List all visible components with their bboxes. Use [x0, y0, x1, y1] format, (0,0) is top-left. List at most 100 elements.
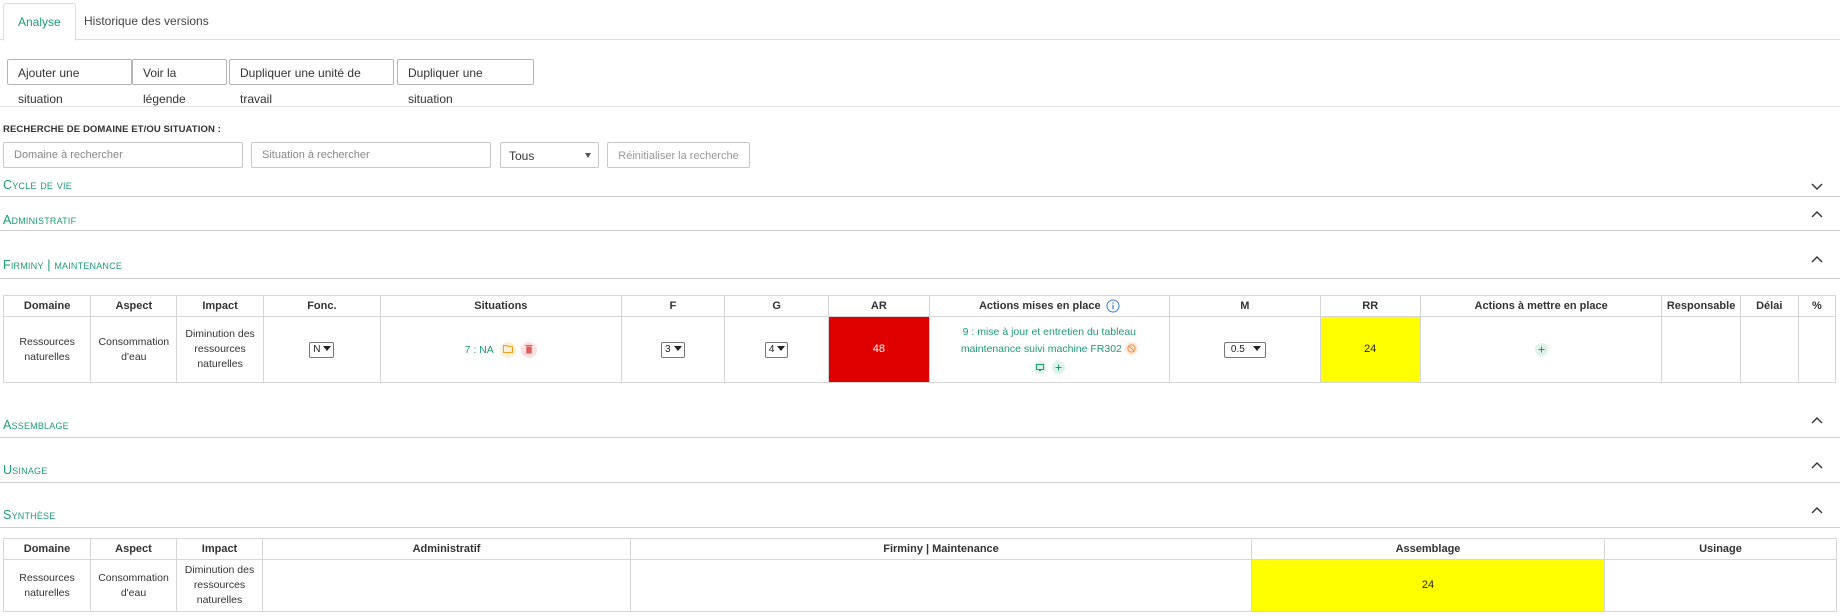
analysis-table: Domaine Aspect Impact Fonc. Situations F… [2, 295, 1837, 383]
section-divider [0, 196, 1840, 197]
section-divider [0, 527, 1840, 528]
cell-delai [1739, 316, 1799, 383]
section-divider [0, 482, 1840, 483]
section-divider [0, 437, 1840, 438]
cell-situation: 7 : NA [380, 316, 622, 383]
fonc-select[interactable]: N [309, 341, 335, 358]
tab-historique[interactable]: Historique des versions [70, 3, 223, 39]
col-header-actions-todo: Actions à mettre en place [1419, 295, 1663, 317]
filter-select-value: Tous [509, 149, 535, 163]
reset-search-button[interactable]: Réinitialiser la recherche [607, 142, 750, 168]
duplicate-situation-button[interactable]: Dupliquer une situation [397, 59, 534, 106]
table-row: Ressources naturelles Consommation d'eau… [3, 559, 1837, 612]
cell-m: 0.5 [1169, 316, 1321, 383]
col-header-domaine: Domaine [3, 538, 91, 560]
col-header-rr: RR [1319, 295, 1421, 317]
cell-ar: 48 [828, 316, 930, 383]
section-divider [0, 230, 1840, 231]
cell-assemblage: 24 [1251, 559, 1605, 612]
plus-icon[interactable] [1051, 361, 1065, 375]
caret-down-icon [585, 153, 591, 158]
info-icon[interactable] [1106, 299, 1120, 313]
cell-f: 3 [620, 316, 725, 383]
cell-domaine: Ressources naturelles [2, 316, 92, 383]
col-header-firminy: Firminy | Maintenance [630, 538, 1252, 560]
col-header-impact: Impact [176, 538, 263, 560]
action-done-link[interactable]: 9 : mise à jour et entretien du tableau … [961, 326, 1136, 355]
chevron-up-icon[interactable] [1810, 413, 1824, 427]
g-select[interactable]: 4 [764, 341, 789, 358]
f-value: 3 [665, 343, 671, 355]
cell-pct [1797, 316, 1837, 383]
cell-rr: 24 [1319, 316, 1421, 383]
m-value: 0.5 [1230, 343, 1245, 355]
cell-responsable [1661, 316, 1741, 383]
section-title-assemblage[interactable]: Assemblage [3, 418, 69, 432]
cell-firminy [630, 559, 1252, 612]
synthese-header-row: Domaine Aspect Impact Administratif Firm… [3, 538, 1837, 560]
folder-icon[interactable] [500, 341, 517, 358]
chevron-up-icon[interactable] [1810, 252, 1824, 266]
cell-impact: Diminution des ressources naturelles [176, 316, 264, 383]
dropdown-arrow-icon [777, 346, 786, 352]
table-header-row: Domaine Aspect Impact Fonc. Situations F… [2, 295, 1837, 317]
trash-icon[interactable] [521, 341, 538, 358]
col-header-responsable: Responsable [1661, 295, 1741, 317]
col-header-m: M [1169, 295, 1321, 317]
cell-usinage [1604, 559, 1837, 612]
g-value: 4 [768, 343, 775, 355]
chevron-up-icon[interactable] [1810, 207, 1824, 221]
section-title-firminy[interactable]: Firminy | maintenance [3, 258, 122, 272]
divider [0, 106, 1840, 107]
screen-icon[interactable] [1033, 361, 1047, 375]
col-header-aspect: Aspect [90, 295, 178, 317]
col-header-delai: Délai [1739, 295, 1799, 317]
col-header-aspect: Aspect [90, 538, 177, 560]
col-header-domaine: Domaine [2, 295, 92, 317]
chevron-down-icon[interactable] [1810, 180, 1824, 194]
col-header-fonc: Fonc. [262, 295, 382, 317]
cell-domaine: Ressources naturelles [3, 559, 91, 612]
legend-button[interactable]: Voir la légende [132, 59, 227, 106]
chevron-up-icon[interactable] [1810, 458, 1824, 472]
domain-search-input[interactable] [3, 142, 243, 168]
col-header-g: G [723, 295, 830, 317]
col-header-administratif: Administratif [262, 538, 631, 560]
fonc-value: N [313, 343, 321, 355]
add-situation-button[interactable]: Ajouter une situation [7, 59, 132, 106]
col-header-f: F [620, 295, 725, 317]
dropdown-arrow-icon [323, 346, 332, 352]
synthese-table: Domaine Aspect Impact Administratif Firm… [3, 538, 1837, 612]
col-header-assemblage: Assemblage [1251, 538, 1605, 560]
tab-analyse[interactable]: Analyse [3, 3, 76, 41]
col-header-impact: Impact [176, 295, 264, 317]
section-divider [0, 278, 1840, 279]
cell-actions-todo [1419, 316, 1663, 383]
m-select[interactable]: 0.5 [1223, 341, 1266, 358]
section-title-administratif[interactable]: Administratif [3, 213, 76, 227]
col-header-ar: AR [828, 295, 930, 317]
situation-search-input[interactable] [251, 142, 491, 168]
search-label: RECHERCHE DE DOMAINE ET/OU SITUATION : [3, 124, 221, 135]
cell-aspect: Consommation d'eau [90, 559, 177, 612]
section-title-cycle[interactable]: Cycle de vie [3, 178, 72, 192]
chevron-up-icon[interactable] [1810, 503, 1824, 517]
plus-icon[interactable] [1534, 342, 1548, 356]
situation-link[interactable]: 7 : NA [465, 343, 494, 355]
col-header-usinage: Usinage [1604, 538, 1837, 560]
dropdown-arrow-icon [1252, 346, 1261, 352]
col-header-pct: % [1797, 295, 1837, 317]
section-title-usinage[interactable]: Usinage [3, 463, 47, 477]
page: Analyse Historique des versions Ajouter … [0, 0, 1840, 616]
table-row: Ressources naturelles Consommation d'eau… [2, 316, 1837, 383]
filter-select[interactable]: Tous [500, 142, 599, 168]
cell-actions-done: 9 : mise à jour et entretien du tableau … [928, 316, 1171, 383]
cell-g: 4 [723, 316, 830, 383]
cell-administratif [262, 559, 631, 612]
section-title-synthese[interactable]: Synthèse [3, 508, 55, 522]
duplicate-unit-button[interactable]: Dupliquer une unité de travail [229, 59, 394, 106]
ban-icon[interactable] [1124, 342, 1138, 356]
col-header-situations: Situations [380, 295, 622, 317]
cell-impact: Diminution des ressources naturelles [176, 559, 263, 612]
f-select[interactable]: 3 [661, 341, 685, 358]
